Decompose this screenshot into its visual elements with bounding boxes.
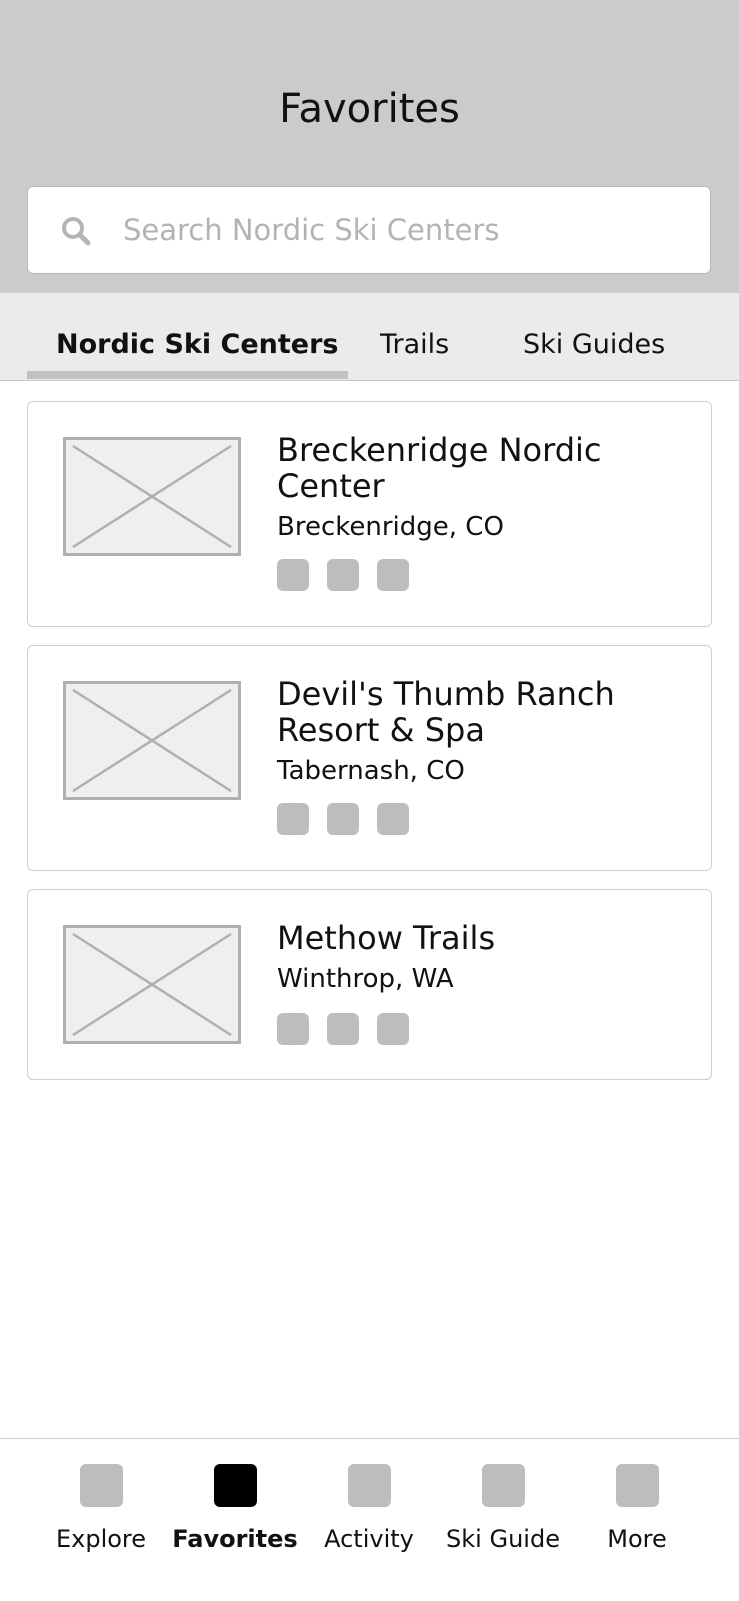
feature-icon: [377, 559, 409, 591]
nav-item-favorites[interactable]: Favorites: [168, 1439, 302, 1601]
center-name: Breckenridge Nordic Center: [277, 431, 602, 505]
feature-icon: [377, 1013, 409, 1045]
center-name: Methow Trails: [277, 919, 496, 957]
feature-icon: [327, 1013, 359, 1045]
center-location: Tabernash, CO: [277, 756, 465, 786]
favorites-icon: [214, 1464, 257, 1507]
feature-icon: [377, 803, 409, 835]
favorite-card[interactable]: Methow Trails Winthrop, WA: [27, 889, 712, 1080]
image-placeholder-icon: [63, 925, 241, 1044]
favorite-card[interactable]: Devil's Thumb Ranch Resort & Spa Taberna…: [27, 645, 712, 871]
nav-item-explore[interactable]: Explore: [34, 1439, 168, 1601]
tab-ski-guides[interactable]: Ski Guides: [523, 329, 665, 360]
active-tab-indicator: [27, 371, 348, 379]
activity-icon: [348, 1464, 391, 1507]
search-icon: [62, 217, 91, 246]
feature-icon: [277, 1013, 309, 1045]
tabs-bar: Nordic Ski Centers Trails Ski Guides: [0, 293, 739, 381]
favorite-card[interactable]: Breckenridge Nordic Center Breckenridge,…: [27, 401, 712, 627]
nav-label: Favorites: [172, 1525, 298, 1553]
nav-label: Explore: [55, 1525, 147, 1553]
image-placeholder-icon: [63, 681, 241, 800]
search-input[interactable]: [123, 207, 683, 253]
more-icon: [616, 1464, 659, 1507]
tab-nordic-ski-centers[interactable]: Nordic Ski Centers: [56, 329, 338, 360]
nav-label: More: [607, 1525, 667, 1553]
nav-item-activity[interactable]: Activity: [302, 1439, 436, 1601]
center-location: Breckenridge, CO: [277, 512, 504, 542]
page-title: Favorites: [279, 86, 460, 132]
feature-icon: [327, 559, 359, 591]
bottom-nav: Explore Favorites Activity Ski Guide Mor…: [0, 1438, 739, 1600]
center-name: Devil's Thumb Ranch Resort & Spa: [277, 675, 615, 749]
feature-icon: [277, 559, 309, 591]
nav-item-more[interactable]: More: [570, 1439, 704, 1601]
feature-icon: [277, 803, 309, 835]
search-box[interactable]: [27, 186, 711, 274]
header: Favorites: [0, 0, 739, 293]
nav-item-ski-guide[interactable]: Ski Guide: [436, 1439, 570, 1601]
image-placeholder-icon: [63, 437, 241, 556]
tab-trails[interactable]: Trails: [380, 329, 449, 360]
feature-icon: [327, 803, 359, 835]
explore-icon: [80, 1464, 123, 1507]
ski-guide-icon: [482, 1464, 525, 1507]
nav-label: Activity: [324, 1525, 414, 1553]
center-location: Winthrop, WA: [277, 964, 454, 994]
nav-label: Ski Guide: [446, 1525, 560, 1553]
